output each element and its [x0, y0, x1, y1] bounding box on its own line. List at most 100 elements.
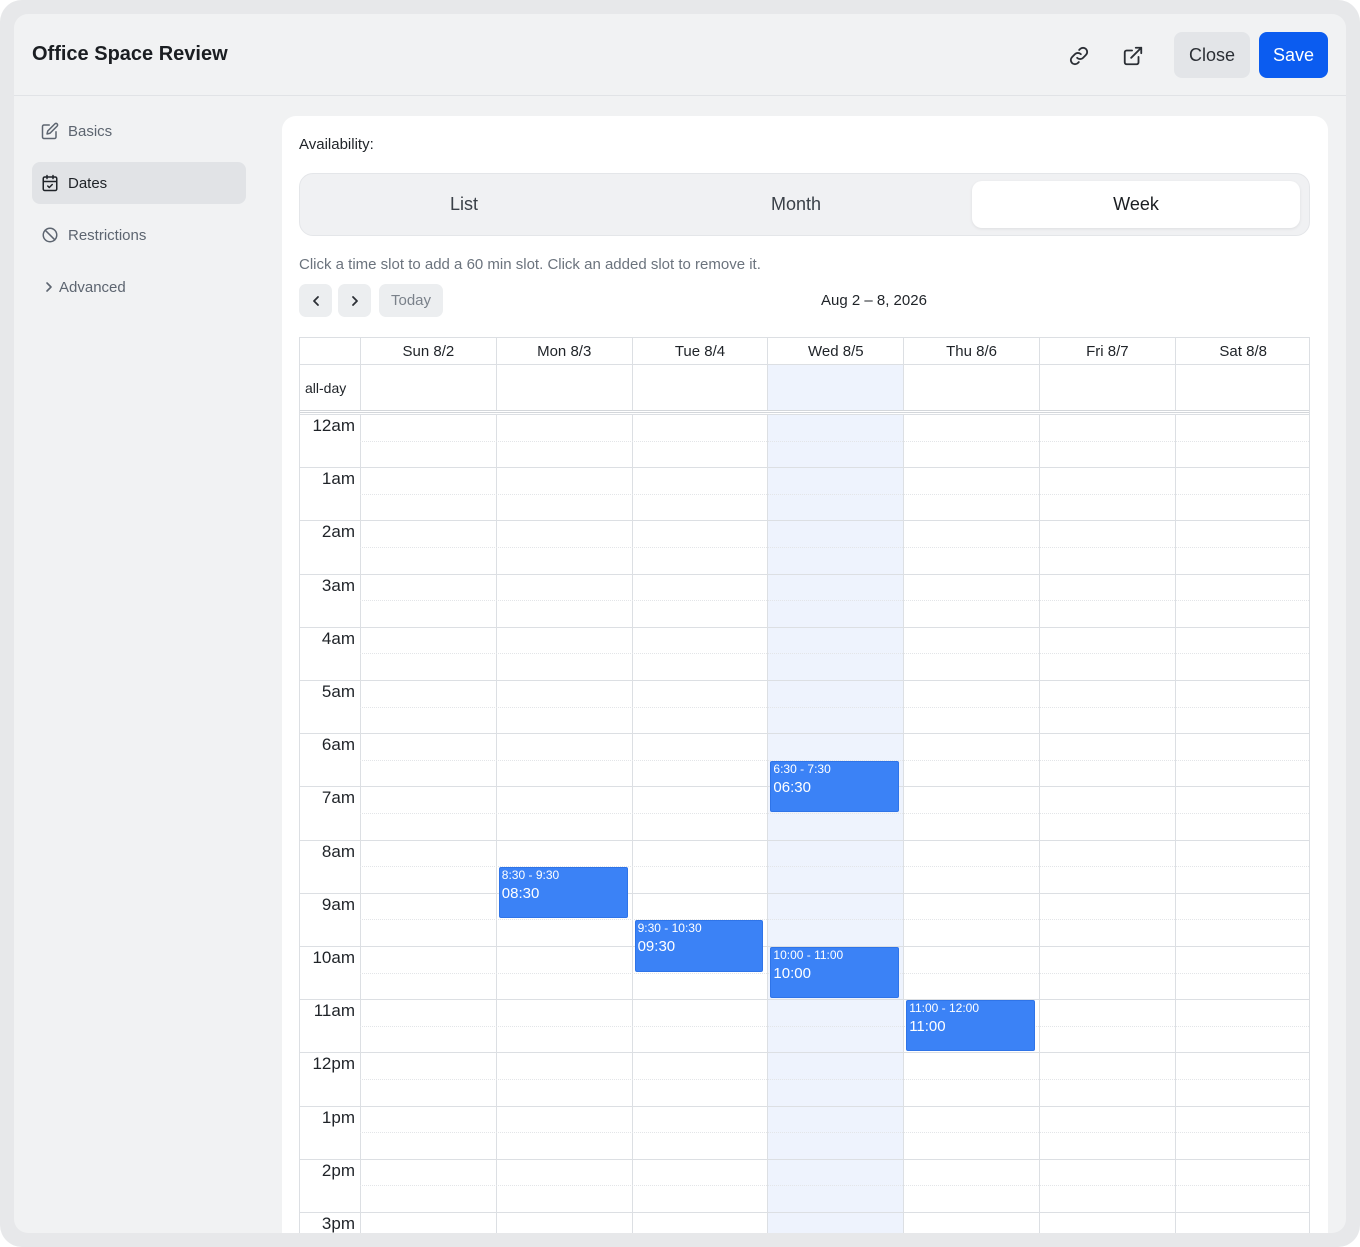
- sidebar: Basics Dates Restrictions Advanced: [32, 110, 246, 318]
- hour-label: 1am: [321, 469, 355, 489]
- all-day-cell[interactable]: [631, 365, 768, 410]
- half-hour-line: [360, 813, 1309, 814]
- edit-icon: [41, 122, 59, 140]
- day-column[interactable]: [1174, 414, 1309, 1233]
- hour-line: [300, 626, 1309, 628]
- day-column[interactable]: [360, 414, 496, 1233]
- half-hour-line: [360, 1185, 1309, 1187]
- window-frame: Office Space Review Close Save Basics Da…: [0, 0, 1360, 1247]
- day-column[interactable]: [631, 414, 768, 1233]
- hour-line: [300, 1052, 1309, 1054]
- hour-line: [300, 1212, 1309, 1213]
- tab-week[interactable]: Week: [972, 181, 1300, 228]
- all-day-cell[interactable]: [1174, 365, 1309, 410]
- hour-label: 3pm: [321, 1214, 355, 1233]
- sidebar-item-advanced[interactable]: Advanced: [32, 266, 246, 308]
- slot-time-range: 11:00 - 12:00: [909, 1001, 980, 1016]
- hour-line: [300, 520, 1309, 522]
- date-range: Aug 2 – 8, 2026: [821, 292, 927, 309]
- availability-slot[interactable]: 8:30 - 9:30 08:30: [498, 867, 628, 919]
- hour-label: 4am: [321, 628, 355, 648]
- hour-label: 5am: [321, 682, 355, 701]
- sidebar-item-label: Restrictions: [68, 226, 147, 244]
- hour-line: [300, 573, 1309, 575]
- availability-slot[interactable]: 11:00 - 12:00 11:00: [906, 1000, 1035, 1052]
- chevron-right-icon: [44, 278, 54, 296]
- tab-month[interactable]: Month: [638, 181, 954, 228]
- all-day-cell[interactable]: [903, 365, 1039, 410]
- prev-week-button[interactable]: [299, 284, 332, 317]
- close-button[interactable]: Close: [1174, 32, 1250, 78]
- day-column[interactable]: [903, 414, 1039, 1233]
- time-grid: 12am 1am 2am 3am 4am 5am 6am 7am 8am 9am 10am 11am 1…: [300, 414, 1309, 1233]
- modal: Office Space Review Close Save Basics Da…: [14, 14, 1346, 1233]
- hour-label: 12pm: [312, 1054, 355, 1074]
- day-column[interactable]: [495, 414, 632, 1233]
- day-column[interactable]: [1039, 414, 1175, 1233]
- day-header: Fri 8/7: [1039, 338, 1175, 365]
- sidebar-item-dates[interactable]: Dates: [32, 162, 246, 204]
- hour-label: 2pm: [321, 1160, 355, 1180]
- ban-icon: [41, 226, 59, 244]
- hour-line: [300, 999, 1309, 1001]
- hour-line: [300, 892, 1309, 894]
- sidebar-item-basics[interactable]: Basics: [32, 110, 246, 152]
- half-hour-line: [360, 653, 1309, 655]
- slot-label: 08:30: [501, 885, 540, 903]
- hour-line: [300, 467, 1309, 469]
- slot-label: 06:30: [773, 778, 811, 796]
- chevron-right-icon: [351, 295, 358, 306]
- next-week-button[interactable]: [338, 284, 371, 317]
- sidebar-item-restrictions[interactable]: Restrictions: [32, 214, 246, 256]
- hint-text: Click a time slot to add a 60 min slot. …: [299, 256, 761, 273]
- slot-time-range: 9:30 - 10:30: [637, 921, 702, 936]
- hour-line: [300, 1158, 1309, 1160]
- availability-slot[interactable]: 6:30 - 7:30 06:30: [770, 760, 900, 812]
- slot-label: 09:30: [637, 938, 676, 956]
- day-header: Sun 8/2: [360, 338, 496, 365]
- half-hour-line: [360, 547, 1309, 548]
- half-hour-line: [360, 919, 1309, 921]
- external-link-icon[interactable]: [1115, 38, 1151, 74]
- sidebar-item-label: Basics: [68, 122, 113, 140]
- slot-time-range: 10:00 - 11:00: [773, 948, 844, 962]
- half-hour-line: [360, 600, 1309, 602]
- half-hour-line: [360, 706, 1309, 708]
- link-icon[interactable]: [1061, 38, 1097, 74]
- day-header: Sat 8/8: [1174, 338, 1309, 365]
- all-day-cell[interactable]: [1039, 365, 1175, 410]
- half-hour-line: [360, 1132, 1309, 1134]
- availability-label: Availability:: [299, 136, 374, 153]
- week-calendar: Sun 8/2 Mon 8/3 Tue 8/4 Wed 8/5 Thu 8/6 Fri 8…: [299, 337, 1310, 1233]
- slot-time-range: 8:30 - 9:30: [501, 868, 560, 883]
- hour-label: 6am: [321, 735, 355, 755]
- day-header: Thu 8/6: [903, 338, 1039, 365]
- hour-label: 8am: [321, 841, 355, 861]
- today-button[interactable]: Today: [379, 284, 443, 317]
- chevron-left-icon: [312, 295, 319, 306]
- tab-list[interactable]: List: [306, 181, 622, 228]
- all-day-cell[interactable]: [495, 365, 632, 410]
- hour-label: 9am: [321, 894, 355, 914]
- availability-slot[interactable]: 10:00 - 11:00 10:00: [770, 947, 900, 999]
- day-column[interactable]: [767, 414, 904, 1233]
- all-day-cell[interactable]: [767, 365, 904, 410]
- half-hour-line: [360, 493, 1309, 495]
- hour-label: 12am: [312, 416, 355, 435]
- hour-label: 2am: [321, 522, 355, 542]
- header: Office Space Review Close Save: [14, 14, 1346, 96]
- slot-label: 10:00: [773, 965, 811, 982]
- calendar-icon: [41, 174, 59, 192]
- hour-line: [300, 680, 1309, 681]
- view-switcher: List Month Week: [299, 173, 1310, 236]
- slot-label: 11:00: [909, 1018, 946, 1036]
- hour-line: [300, 1105, 1309, 1107]
- day-header: Tue 8/4: [631, 338, 768, 365]
- save-button[interactable]: Save: [1259, 32, 1328, 78]
- hour-line: [300, 839, 1309, 841]
- half-hour-line: [360, 440, 1309, 442]
- hour-label: 7am: [321, 788, 355, 808]
- all-day-cell[interactable]: [360, 365, 496, 410]
- availability-slot[interactable]: 9:30 - 10:30 09:30: [634, 920, 764, 972]
- sidebar-item-label: Advanced: [59, 278, 126, 296]
